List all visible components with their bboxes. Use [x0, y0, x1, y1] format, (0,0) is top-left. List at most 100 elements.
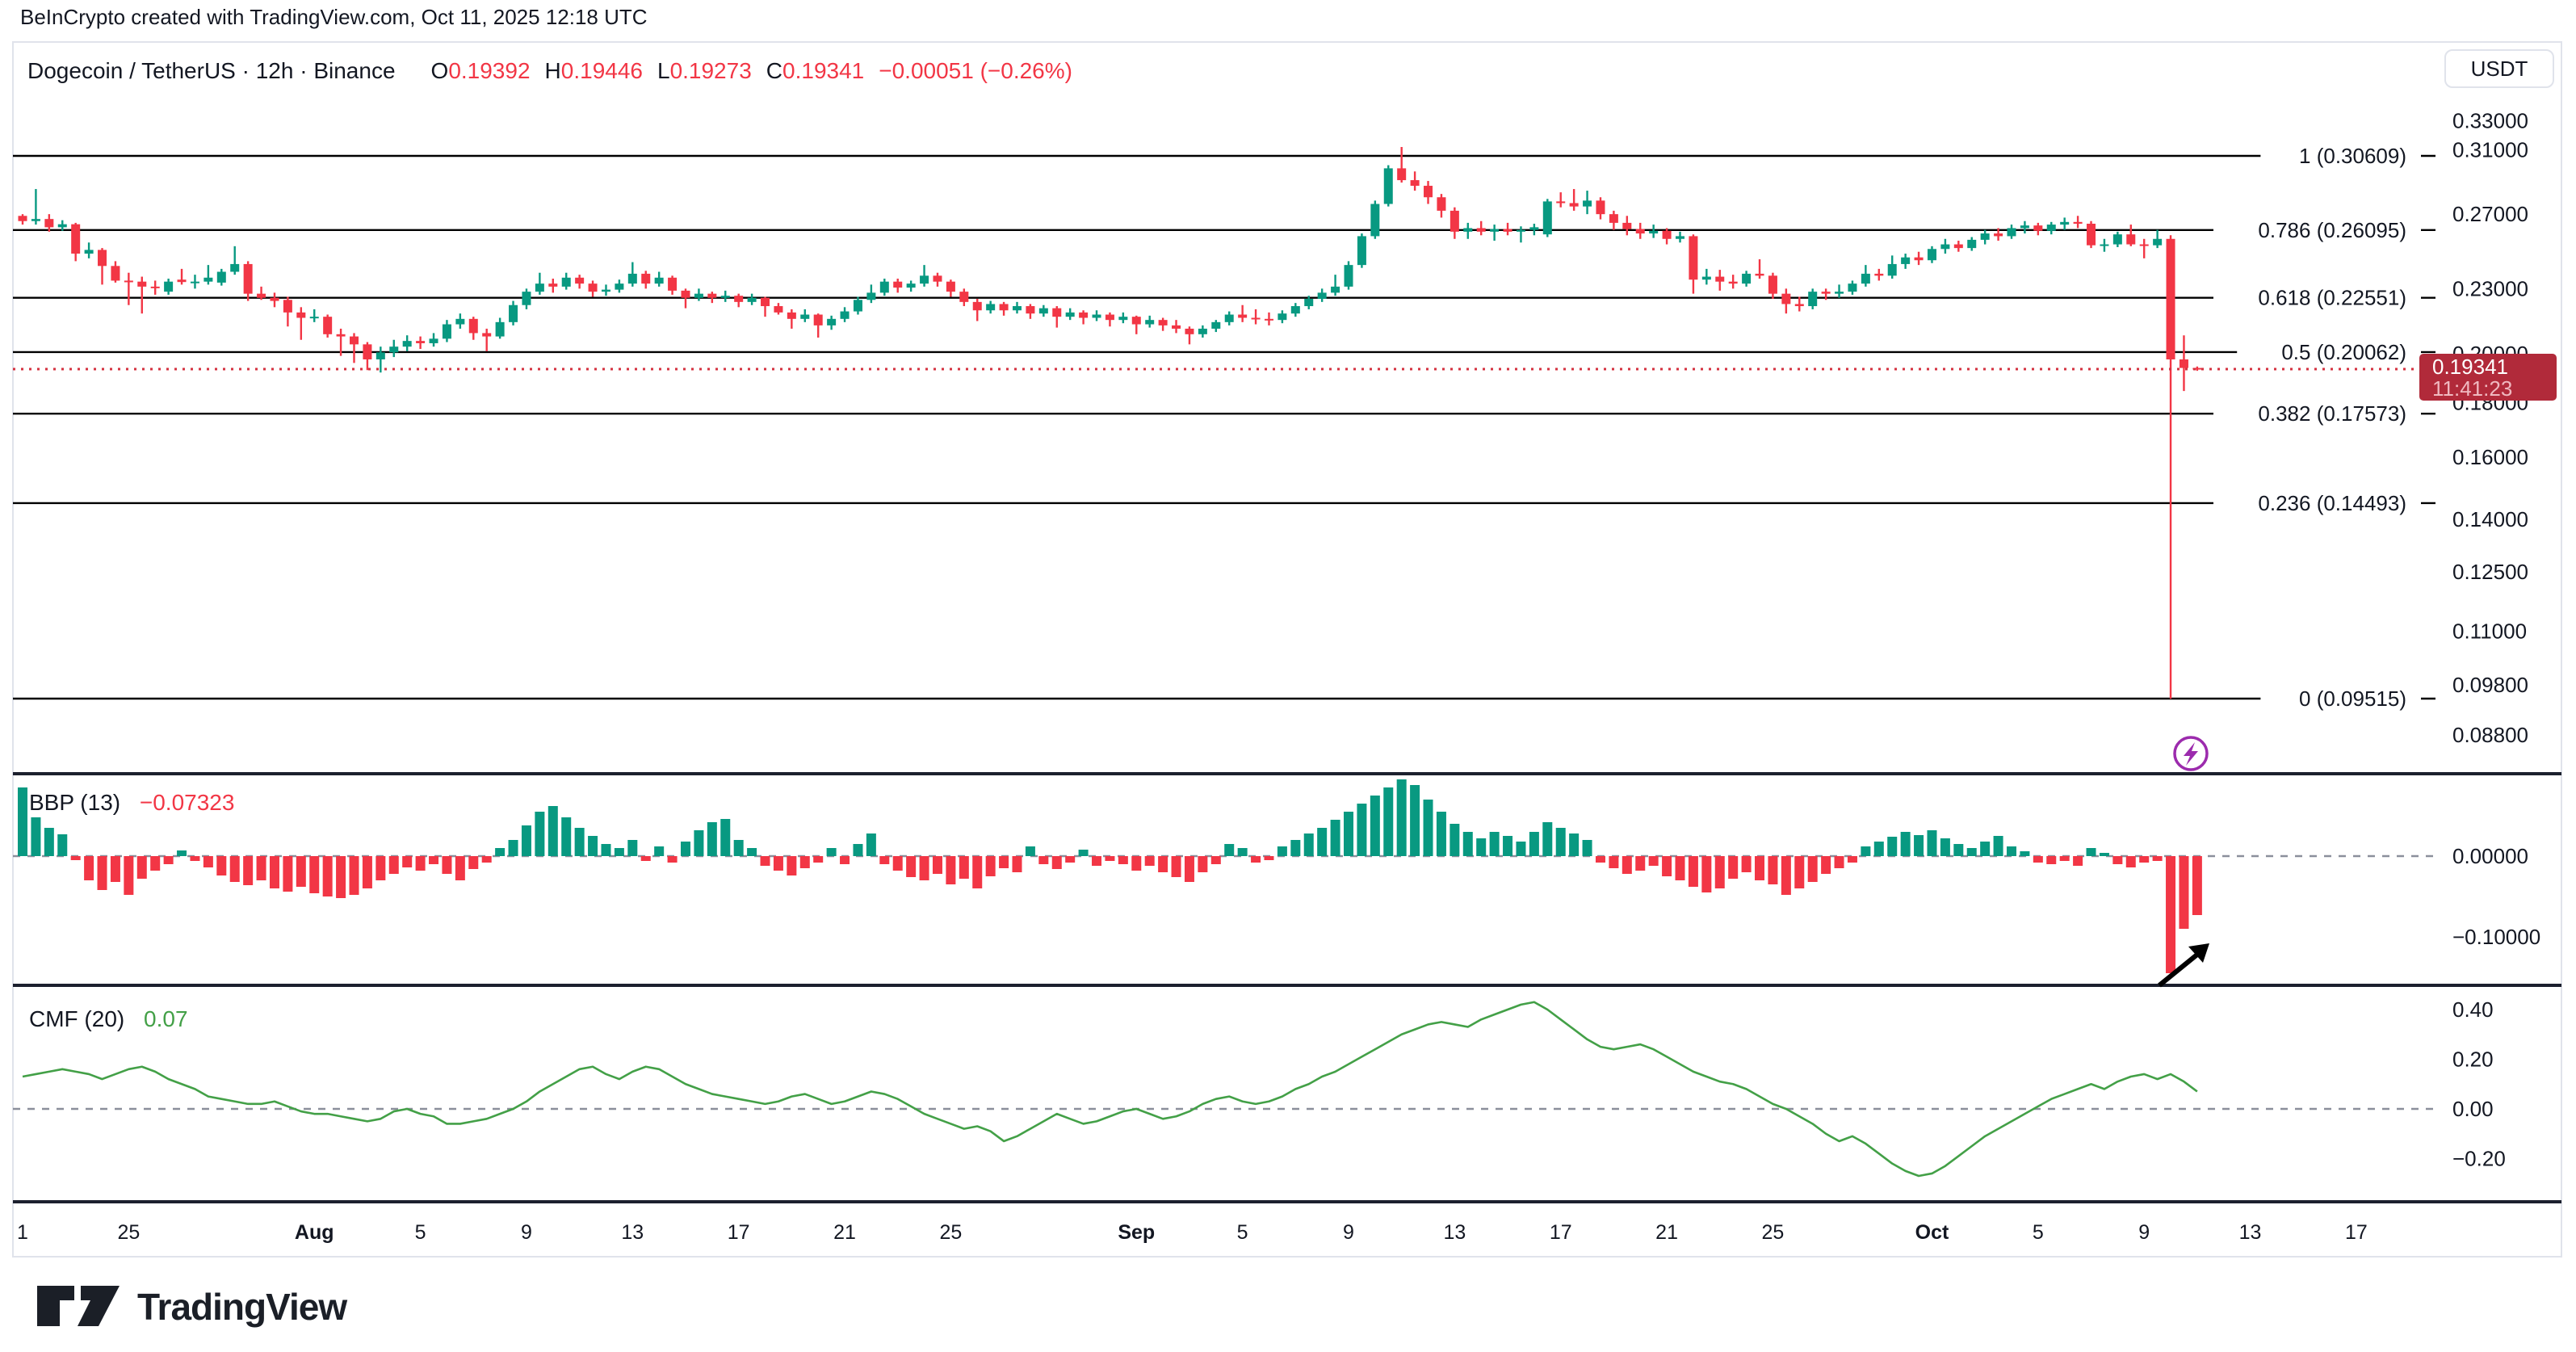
bbp-histogram-bar	[2046, 856, 2056, 864]
candlestick	[682, 291, 690, 298]
bbp-histogram-bar	[972, 856, 982, 888]
price-axis-label: 0.31000	[2452, 138, 2528, 162]
bbp-histogram-bar	[1251, 856, 1261, 863]
bbp-histogram-bar	[1542, 822, 1552, 856]
annotation-arrow	[2159, 954, 2198, 985]
candlestick	[203, 278, 212, 282]
time-axis-label: 5	[1237, 1221, 1248, 1244]
candlestick	[1954, 245, 1963, 249]
candlestick	[151, 287, 160, 288]
time-axis-label: 9	[1343, 1221, 1354, 1244]
tradingview-logo[interactable]: TradingView	[36, 1284, 346, 1329]
bbp-histogram-bar	[190, 856, 199, 861]
candlestick	[1715, 277, 1724, 282]
pane-separator[interactable]	[13, 984, 2561, 987]
candlestick	[1888, 264, 1897, 275]
candlestick	[2060, 222, 2069, 225]
bbp-histogram-bar	[2007, 846, 2016, 856]
bbp-histogram-bar	[57, 834, 67, 856]
time-axis-label: 21	[1655, 1221, 1678, 1244]
price-axis-label: 0.12500	[2452, 560, 2528, 584]
candlestick	[323, 317, 332, 334]
time-axis-label: Oct	[1915, 1221, 1949, 1244]
candlestick	[1238, 315, 1247, 318]
symbol-title-bar: Dogecoin / TetherUS · 12h · Binance O0.1…	[27, 58, 1072, 84]
candlestick	[694, 294, 703, 298]
bbp-histogram-bar	[1198, 856, 1207, 872]
candlestick	[270, 298, 279, 301]
bbp-histogram-bar	[164, 856, 174, 864]
bbp-histogram-bar	[1569, 833, 1579, 856]
candlestick	[2074, 222, 2083, 224]
currency-toggle-button[interactable]: USDT	[2444, 49, 2554, 88]
bbp-histogram-bar	[1052, 856, 1062, 869]
candlestick	[217, 272, 226, 283]
candlestick	[1132, 317, 1141, 324]
bbp-histogram-bar	[1861, 846, 1870, 856]
candlestick	[1477, 228, 1486, 231]
candlestick	[893, 282, 902, 288]
last-price-badge-countdown: 11:41:23	[2432, 376, 2512, 401]
candlestick	[1450, 211, 1459, 232]
cmf-axis-label: −0.20	[2452, 1147, 2506, 1171]
high-label: H	[545, 58, 561, 84]
bbp-histogram-bar	[98, 856, 107, 890]
bbp-histogram-bar	[1728, 856, 1738, 879]
cmf-title-label: CMF (20)	[29, 1006, 124, 1031]
bbp-histogram-bar	[1940, 838, 1950, 856]
candlestick	[1742, 274, 1751, 283]
bbp-indicator-title[interactable]: BBP (13) −0.07323	[29, 790, 234, 816]
bbp-histogram-bar	[1172, 856, 1181, 877]
bbp-histogram-bar	[2126, 856, 2136, 867]
bbp-histogram-bar	[1635, 856, 1645, 871]
pane-separator[interactable]	[13, 1200, 2561, 1203]
candlestick	[1265, 319, 1273, 321]
bbp-histogram-bar	[999, 856, 1009, 868]
bbp-histogram-bar	[1410, 785, 1420, 856]
pane-separator[interactable]	[13, 772, 2561, 775]
candlestick	[2020, 225, 2029, 228]
bbp-histogram-bar	[1079, 850, 1089, 856]
candlestick	[1093, 315, 1101, 318]
bbp-histogram-bar	[1848, 856, 1857, 863]
bbp-histogram-bar	[1317, 828, 1327, 856]
bbp-histogram-bar	[1450, 824, 1459, 856]
last-price-badge-price: 0.19341	[2432, 355, 2508, 379]
candlestick	[350, 337, 359, 345]
candlestick	[363, 344, 371, 359]
candlestick	[1318, 292, 1327, 299]
bbp-histogram-bar	[336, 856, 346, 898]
bbp-histogram-bar	[774, 856, 783, 871]
candlestick	[1172, 325, 1181, 329]
attribution-text: BeInCrypto created with TradingView.com,…	[20, 5, 648, 30]
candlestick	[1583, 200, 1592, 206]
candlestick	[1570, 203, 1579, 206]
candlestick	[1596, 200, 1605, 214]
bbp-histogram-bar	[959, 856, 969, 879]
candlestick	[1967, 240, 1976, 248]
time-axis-label: 9	[2138, 1221, 2150, 1244]
cmf-indicator-title[interactable]: CMF (20) 0.07	[29, 1006, 188, 1032]
candlestick	[1848, 283, 1856, 292]
bbp-histogram-bar	[137, 856, 147, 879]
bbp-histogram-bar	[270, 856, 279, 888]
candlestick	[2180, 359, 2188, 368]
candlestick	[389, 346, 398, 352]
candlestick	[880, 282, 889, 293]
bbp-histogram-bar	[1038, 856, 1048, 864]
bbp-histogram-bar	[1278, 846, 1287, 856]
bbp-histogram-bar	[71, 856, 81, 860]
chart-surface[interactable]: 1 (0.30609)0.786 (0.26095)0.618 (0.22551…	[0, 0, 2576, 1352]
bbp-histogram-bar	[375, 856, 385, 880]
bbp-histogram-bar	[1556, 828, 1566, 856]
candlestick	[1901, 258, 1910, 264]
symbol-title[interactable]: Dogecoin / TetherUS · 12h · Binance	[27, 58, 396, 84]
candlestick	[1504, 229, 1512, 232]
price-axis-label: 0.27000	[2452, 202, 2528, 226]
bbp-histogram-bar	[2166, 856, 2175, 973]
bbp-histogram-bar	[1516, 842, 1525, 856]
bbp-histogram-bar	[2073, 856, 2083, 866]
bbp-histogram-bar	[257, 856, 266, 880]
bbp-histogram-bar	[1596, 856, 1605, 863]
bbp-histogram-bar	[866, 833, 876, 856]
